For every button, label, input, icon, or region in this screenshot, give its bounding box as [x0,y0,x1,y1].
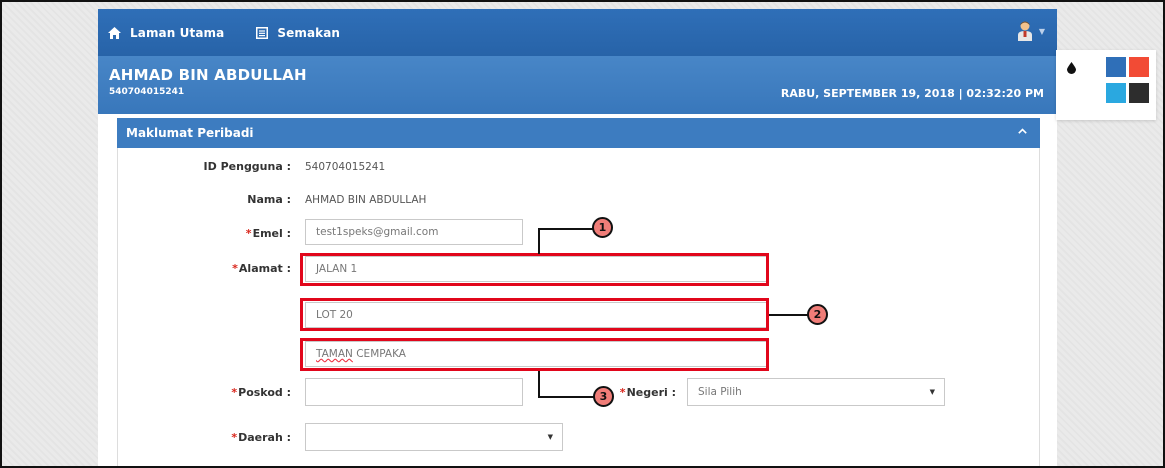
panel-title: Maklumat Peribadi [126,126,254,140]
alamat-line1-field[interactable]: JALAN 1 [305,256,767,282]
negeri-label-text: Negeri : [626,386,676,399]
callout-badge-3: 3 [593,386,614,407]
alamat-line2-field[interactable]: LOT 20 [305,302,767,328]
nav-semakan-label: Semakan [277,25,341,40]
document-icon [256,26,269,39]
callout-badge-1: 1 [592,217,613,238]
theme-color-panel [1056,50,1156,120]
alamat-line2-value: LOT 20 [316,309,353,321]
poskod-field[interactable] [305,378,523,406]
theme-swatch-red[interactable] [1129,57,1149,77]
profile-header: AHMAD BIN ABDULLAH 540704015241 RABU, SE… [98,56,1057,114]
date-time: RABU, SEPTEMBER 19, 2018 | 02:32:20 PM [780,87,1044,100]
alamat-line3-value-a: TAMAN [316,348,353,360]
alamat-line3-field[interactable]: TAMAN CEMPAKA [305,341,767,367]
chevron-down-icon: ▼ [1038,26,1045,36]
emel-label-text: Emel : [252,227,291,240]
emel-label: *Emel : [245,227,291,240]
chevron-up-icon[interactable] [1018,128,1027,134]
user-id: 540704015241 [109,87,185,97]
poskod-label-text: Poskod : [238,386,291,399]
emel-field-value: test1speks@gmail.com [316,226,439,238]
alamat-label-text: Alamat : [238,262,291,275]
theme-swatch-dark[interactable] [1129,83,1149,103]
alamat-label: *Alamat : [232,262,291,275]
id-pengguna-value: 540704015241 [305,161,386,173]
daerah-select[interactable]: ▼ [305,423,563,451]
theme-swatch-lightblue[interactable] [1106,83,1126,103]
daerah-label: *Daerah : [231,431,291,444]
theme-swatch-blue[interactable] [1106,57,1126,77]
panel-header[interactable]: Maklumat Peribadi [117,118,1040,148]
callout-badge-2: 2 [807,304,828,325]
negeri-label: *Negeri : [619,386,676,399]
alamat-line1-value: JALAN 1 [316,263,358,275]
alamat-line3-value-b: CEMPAKA [352,348,406,360]
negeri-select[interactable]: Sila Pilih ▼ [687,378,945,406]
negeri-select-value: Sila Pilih [698,386,742,398]
chevron-down-icon: ▼ [547,433,553,441]
nama-label: Nama : [247,193,291,206]
nav-laman-utama[interactable]: Laman Utama [98,9,236,56]
top-navbar: Laman Utama Semakan ▼ [98,9,1057,56]
nav-laman-utama-label: Laman Utama [130,25,225,40]
id-pengguna-label: ID Pengguna : [203,160,291,173]
user-menu[interactable]: ▼ [1017,21,1045,41]
emel-field[interactable]: test1speks@gmail.com [305,219,523,245]
nama-value: AHMAD BIN ABDULLAH [305,194,427,206]
user-avatar-icon [1017,21,1032,41]
user-name: AHMAD BIN ABDULLAH [109,66,307,84]
chevron-down-icon: ▼ [929,388,935,396]
droplet-icon[interactable] [1067,62,1076,74]
nav-semakan[interactable]: Semakan [244,9,352,56]
daerah-label-text: Daerah : [238,431,291,444]
poskod-label: *Poskod : [231,386,291,399]
home-icon [108,26,121,39]
